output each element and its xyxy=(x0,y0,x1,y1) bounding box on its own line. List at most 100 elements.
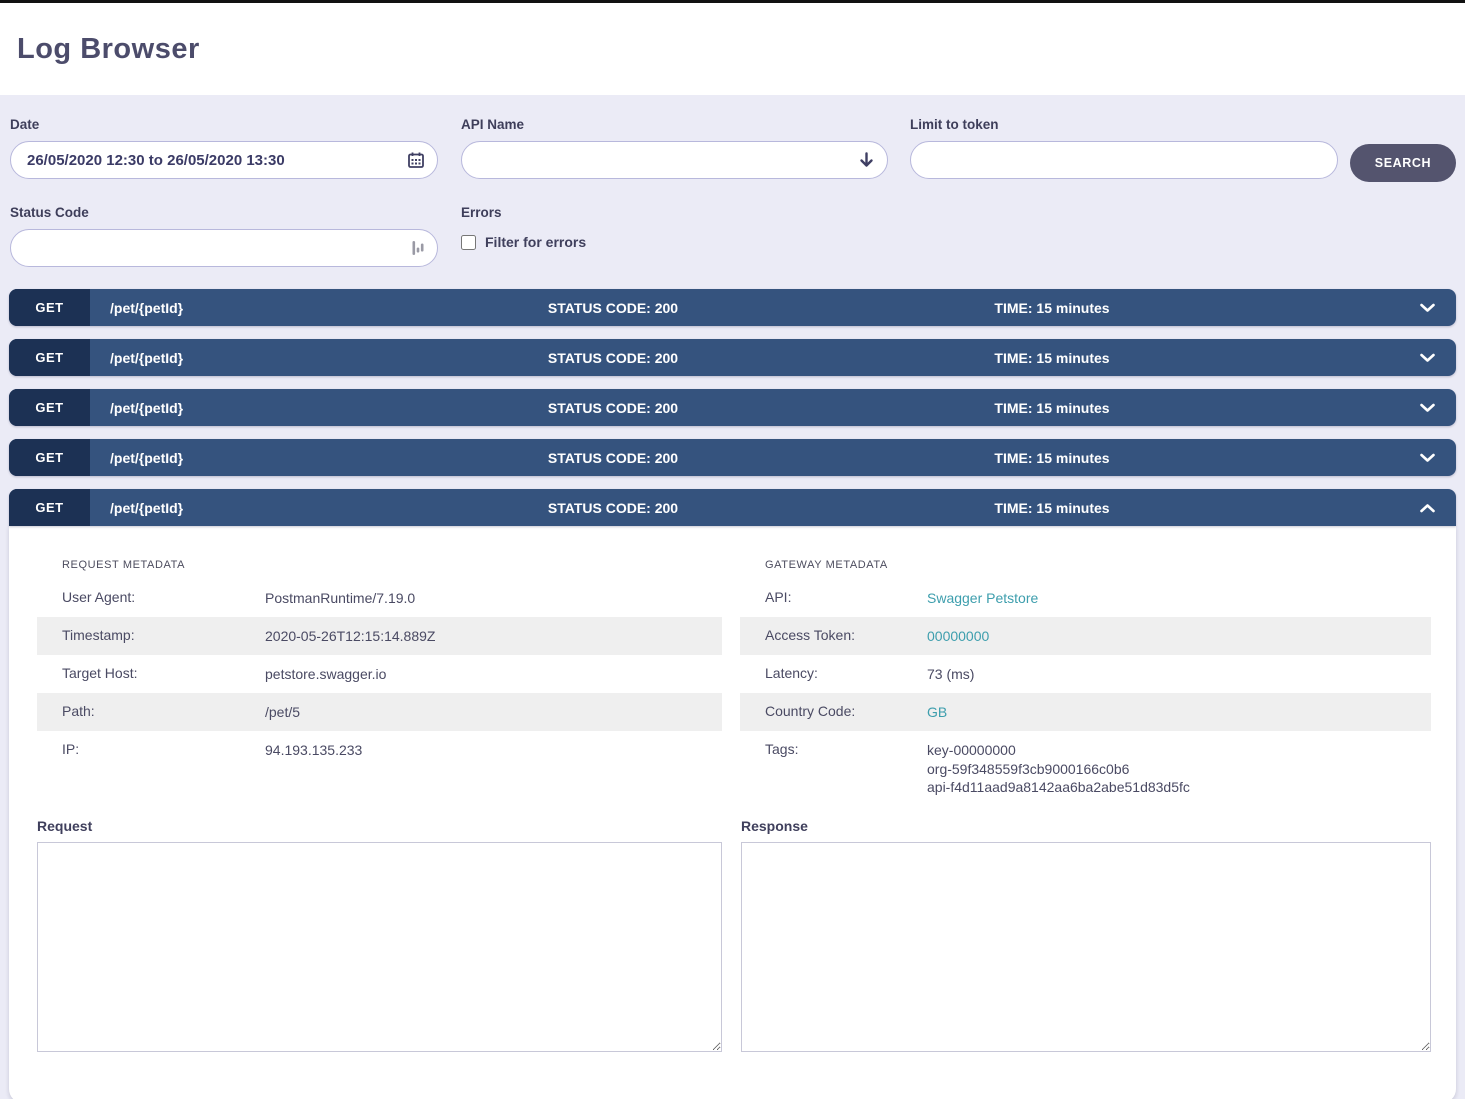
time-cell-value: 15 minutes xyxy=(1036,500,1109,516)
date-range-input-wrap xyxy=(10,141,438,179)
status-code-cell-value: 200 xyxy=(655,400,678,416)
errors-label: Errors xyxy=(461,205,586,220)
meta-label: IP: xyxy=(62,741,265,757)
time-cell: TIME: 15 minutes xyxy=(994,300,1109,316)
status-code-cell: STATUS CODE: 200 xyxy=(548,450,678,466)
meta-label: Tags: xyxy=(765,741,927,757)
meta-row-access-token: Access Token: 00000000 xyxy=(740,617,1431,655)
time-cell-value: 15 minutes xyxy=(1036,300,1109,316)
meta-value: /pet/5 xyxy=(265,703,722,722)
time-cell-label: TIME: xyxy=(994,450,1032,466)
request-metadata-title: REQUEST METADATA xyxy=(37,559,722,571)
time-cell-value: 15 minutes xyxy=(1036,400,1109,416)
time-cell: TIME: 15 minutes xyxy=(994,350,1109,366)
bar-chart-icon xyxy=(412,240,424,256)
endpoint-path: /pet/{petId} xyxy=(110,350,183,366)
time-cell-label: TIME: xyxy=(994,350,1032,366)
status-code-input-wrap xyxy=(10,229,438,267)
filter-errors-checkbox[interactable] xyxy=(461,235,476,250)
http-method-badge: GET xyxy=(9,439,90,476)
request-body-label: Request xyxy=(37,818,722,834)
meta-value: 73 (ms) xyxy=(927,665,1431,684)
log-entry-row[interactable]: GET /pet/{petId} STATUS CODE: 200 TIME: … xyxy=(9,289,1456,326)
meta-label: API: xyxy=(765,589,927,605)
log-entry-row-expanded[interactable]: GET /pet/{petId} STATUS CODE: 200 TIME: … xyxy=(9,489,1456,526)
log-entry-detail-panel: REQUEST METADATA User Agent: PostmanRunt… xyxy=(9,526,1456,1099)
meta-label: Country Code: xyxy=(765,703,927,719)
status-code-cell: STATUS CODE: 200 xyxy=(548,300,678,316)
response-body-textarea[interactable] xyxy=(741,842,1431,1052)
endpoint-path: /pet/{petId} xyxy=(110,450,183,466)
request-body-textarea[interactable] xyxy=(37,842,722,1052)
status-code-cell: STATUS CODE: 200 xyxy=(548,500,678,516)
endpoint-path: /pet/{petId} xyxy=(110,300,183,316)
search-button[interactable]: SEARCH xyxy=(1350,144,1456,182)
meta-label: Latency: xyxy=(765,665,927,681)
status-code-cell: STATUS CODE: 200 xyxy=(548,400,678,416)
chevron-down-icon[interactable] xyxy=(1420,303,1435,312)
meta-label: User Agent: xyxy=(62,589,265,605)
status-code-cell-label: STATUS CODE: xyxy=(548,450,651,466)
meta-row-timestamp: Timestamp: 2020-05-26T12:15:14.889Z xyxy=(37,617,722,655)
meta-value: 2020-05-26T12:15:14.889Z xyxy=(265,627,722,646)
date-range-input[interactable] xyxy=(11,142,437,178)
date-label: Date xyxy=(10,117,438,132)
response-body-label: Response xyxy=(741,818,1431,834)
app-header: Log Browser xyxy=(0,3,1465,95)
log-entry-row[interactable]: GET /pet/{petId} STATUS CODE: 200 TIME: … xyxy=(9,339,1456,376)
status-code-label: Status Code xyxy=(10,205,438,220)
meta-row-country-code: Country Code: GB xyxy=(740,693,1431,731)
limit-to-token-input-wrap xyxy=(910,141,1338,179)
request-metadata-table: REQUEST METADATA User Agent: PostmanRunt… xyxy=(37,559,722,769)
log-entry-row[interactable]: GET /pet/{petId} STATUS CODE: 200 TIME: … xyxy=(9,439,1456,476)
api-link[interactable]: Swagger Petstore xyxy=(927,589,1431,608)
time-cell: TIME: 15 minutes xyxy=(994,450,1109,466)
meta-label: Target Host: xyxy=(62,665,265,681)
endpoint-path: /pet/{petId} xyxy=(110,400,183,416)
filter-panel: Date xyxy=(0,95,1465,267)
meta-row-user-agent: User Agent: PostmanRuntime/7.19.0 xyxy=(37,579,722,617)
meta-row-tags: Tags: key-00000000 org-59f348559f3cb9000… xyxy=(740,731,1431,806)
calendar-icon[interactable] xyxy=(408,152,424,168)
tag-line: org-59f348559f3cb9000166c0b6 xyxy=(927,760,1431,779)
time-cell: TIME: 15 minutes xyxy=(994,400,1109,416)
meta-value: PostmanRuntime/7.19.0 xyxy=(265,589,722,608)
time-cell: TIME: 15 minutes xyxy=(994,500,1109,516)
gateway-metadata-table: GATEWAY METADATA API: Swagger Petstore A… xyxy=(740,559,1431,806)
meta-row-path: Path: /pet/5 xyxy=(37,693,722,731)
status-code-cell-value: 200 xyxy=(655,450,678,466)
chevron-down-icon[interactable] xyxy=(1420,453,1435,462)
time-cell-label: TIME: xyxy=(994,500,1032,516)
access-token-link[interactable]: 00000000 xyxy=(927,627,1431,646)
time-cell-label: TIME: xyxy=(994,300,1032,316)
meta-value: petstore.swagger.io xyxy=(265,665,722,684)
filter-errors-checkbox-label[interactable]: Filter for errors xyxy=(485,234,586,250)
api-name-label: API Name xyxy=(461,117,888,132)
down-arrow-icon[interactable] xyxy=(859,152,874,168)
api-name-select[interactable] xyxy=(462,142,887,178)
endpoint-path: /pet/{petId} xyxy=(110,500,183,516)
meta-row-api: API: Swagger Petstore xyxy=(740,579,1431,617)
log-entry-row[interactable]: GET /pet/{petId} STATUS CODE: 200 TIME: … xyxy=(9,389,1456,426)
meta-label: Path: xyxy=(62,703,265,719)
status-code-cell-value: 200 xyxy=(655,350,678,366)
status-code-cell: STATUS CODE: 200 xyxy=(548,350,678,366)
time-cell-value: 15 minutes xyxy=(1036,350,1109,366)
http-method-badge: GET xyxy=(9,489,90,526)
chevron-up-icon[interactable] xyxy=(1420,503,1435,512)
country-code-link[interactable]: GB xyxy=(927,703,1431,722)
time-cell-value: 15 minutes xyxy=(1036,450,1109,466)
tag-line: key-00000000 xyxy=(927,741,1431,760)
meta-label: Timestamp: xyxy=(62,627,265,643)
log-entry-list: GET /pet/{petId} STATUS CODE: 200 TIME: … xyxy=(0,289,1465,1099)
status-code-cell-label: STATUS CODE: xyxy=(548,300,651,316)
chevron-down-icon[interactable] xyxy=(1420,403,1435,412)
meta-row-ip: IP: 94.193.135.233 xyxy=(37,731,722,769)
http-method-badge: GET xyxy=(9,389,90,426)
chevron-down-icon[interactable] xyxy=(1420,353,1435,362)
status-code-input[interactable] xyxy=(11,230,437,266)
limit-to-token-input[interactable] xyxy=(911,142,1337,178)
status-code-cell-label: STATUS CODE: xyxy=(548,500,651,516)
meta-row-latency: Latency: 73 (ms) xyxy=(740,655,1431,693)
status-code-cell-value: 200 xyxy=(655,500,678,516)
